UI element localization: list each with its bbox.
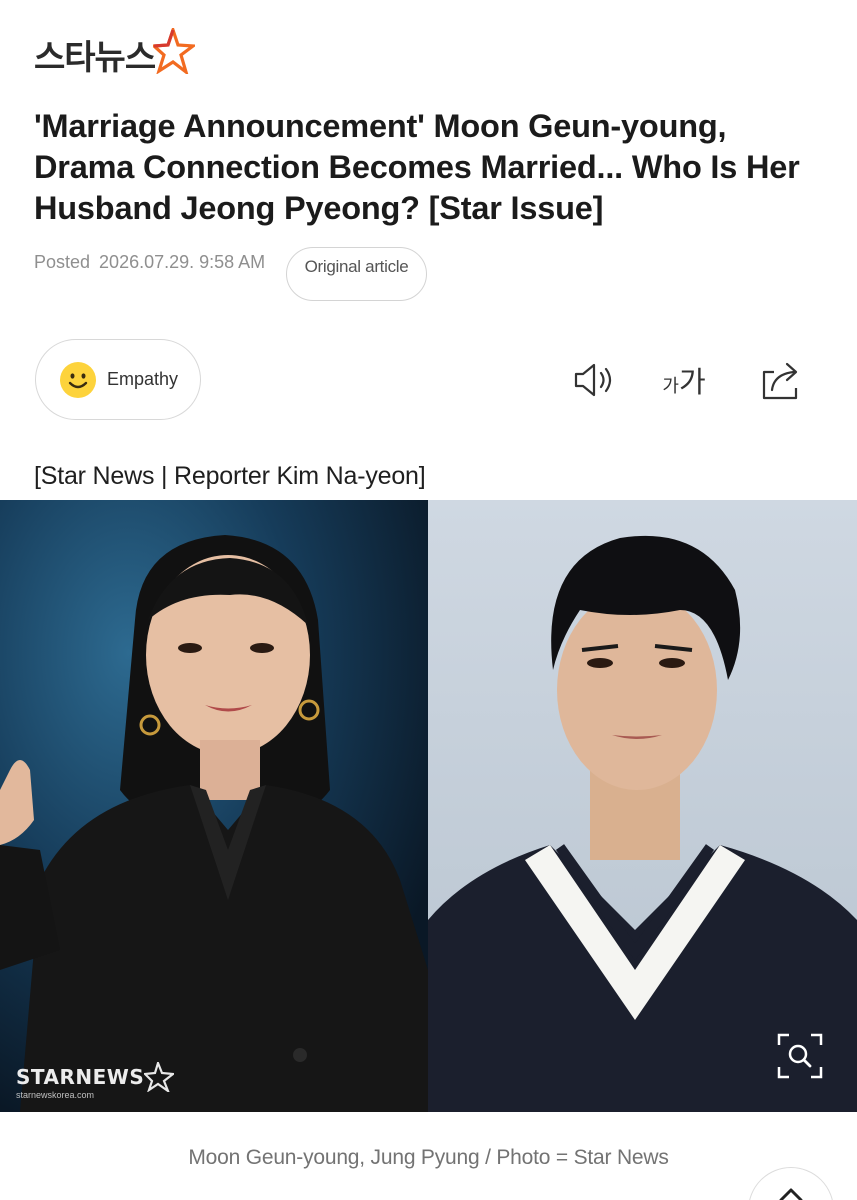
arrow-up-icon [779,1188,803,1200]
font-size-small-glyph: 가 [662,376,679,397]
watermark-text: STARNEWS [16,1065,145,1089]
watermark-star-icon [144,1062,175,1092]
font-size-button[interactable]: 가가 [660,356,708,404]
right-photo-panel [428,500,857,1112]
share-icon [762,362,798,400]
speaker-icon [574,363,612,397]
empathy-label: Empathy [107,369,179,389]
posted-label: Posted [34,252,91,272]
font-size-big-glyph: 가 [678,365,706,399]
font-size-icon: 가가 [662,359,705,401]
posted-datetime: 2026.07.29. 9:58 AM [99,252,266,272]
scroll-to-top-button[interactable] [748,1167,834,1200]
share-button[interactable] [757,356,805,404]
logo-text: 스타뉴스 [34,37,156,78]
article-title: 'Marriage Announcement' Moon Geun-young,… [34,108,800,226]
original-article-button[interactable]: Original article [286,247,427,301]
photo-caption: Moon Geun-young, Jung Pyung / Photo = St… [188,1146,669,1169]
left-photo-panel [0,500,428,1112]
listen-button[interactable] [570,356,618,404]
article-photo[interactable] [0,500,857,1112]
empathy-button[interactable]: Empathy [35,339,201,420]
star-icon [153,28,196,74]
site-logo[interactable]: 스타뉴스 [34,28,196,80]
zoom-icon [777,1033,823,1079]
article-meta: Posted 2026.07.29. 9:58 AM [34,252,265,273]
article-byline: [Star News | Reporter Kim Na-yeon] [34,462,426,490]
watermark-url: starnewskorea.com [16,1090,95,1100]
smiley-icon [60,361,96,398]
photo-watermark: STARNEWS [16,1062,175,1092]
zoom-button[interactable] [776,1032,824,1080]
